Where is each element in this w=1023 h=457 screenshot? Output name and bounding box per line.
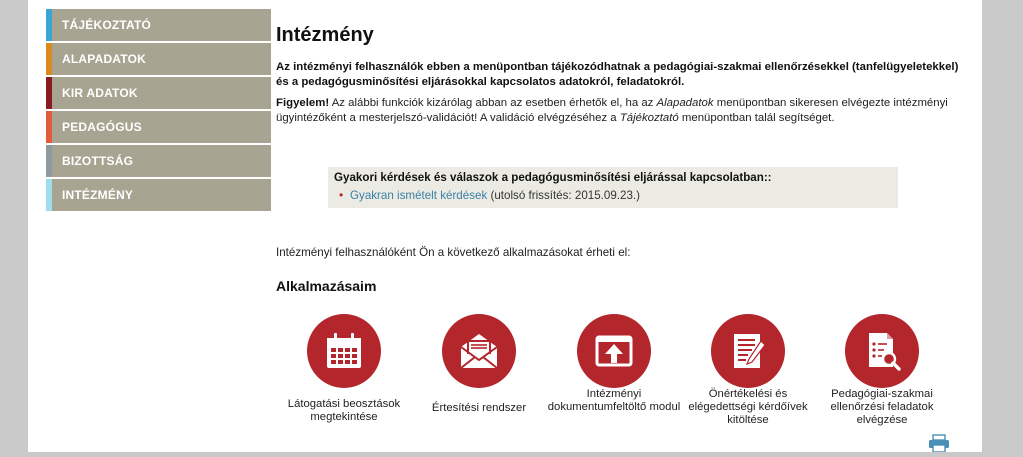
app-icon-circle xyxy=(845,314,919,388)
sidebar-item-label: TÁJÉKOZTATÓ xyxy=(62,18,152,32)
upload-icon xyxy=(595,335,633,367)
faq-heading: Gyakori kérdések és válaszok a pedagógus… xyxy=(334,171,772,184)
warning-part: menüpontban talál segítséget. xyxy=(678,112,835,124)
sidebar-item-label: INTÉZMÉNY xyxy=(62,188,134,202)
faq-box: Gyakori kérdések és válaszok a pedagógus… xyxy=(328,167,898,208)
checklist-icon xyxy=(734,334,766,368)
sidebar-item-label: KIR ADATOK xyxy=(62,86,138,100)
apps-grid: Látogatási beosztások megtekintése Értes… xyxy=(276,314,956,454)
app-label: Látogatási beosztások megtekintése xyxy=(287,398,401,423)
app-icon-circle xyxy=(442,314,516,388)
sidebar-item-label: ALAPADATOK xyxy=(62,52,146,66)
sidebar-item-label: PEDAGÓGUS xyxy=(62,120,142,134)
app-icon-circle xyxy=(577,314,651,388)
app-icon-circle xyxy=(307,314,381,388)
app-ellenorzesi-feladatok[interactable]: Pedagógiai-szakmai ellenőrzési feladatok… xyxy=(812,314,952,427)
app-label: Értesítési rendszer xyxy=(431,402,527,414)
app-latogatasi-beosztasok[interactable]: Látogatási beosztások megtekintése xyxy=(274,314,414,424)
sidebar-item-intezmeny[interactable]: INTÉZMÉNY xyxy=(46,179,271,211)
calendar-icon xyxy=(327,333,361,368)
intro-text: Az intézményi felhasználók ebben a menüp… xyxy=(276,61,959,88)
app-onertekelesi-kerdoivek[interactable]: Önértékelési és elégedettségi kérdőívek … xyxy=(678,314,818,427)
envelope-icon xyxy=(460,334,498,369)
apps-heading: Alkalmazásaim xyxy=(276,278,377,294)
sidebar-item-pedagogus[interactable]: PEDAGÓGUS xyxy=(46,111,271,143)
app-label: Önértékelési és elégedettségi kérdőívek … xyxy=(688,388,808,426)
sidebar-item-alapadatok[interactable]: ALAPADATOK xyxy=(46,43,271,75)
sidebar-item-kir-adatok[interactable]: KIR ADATOK xyxy=(46,77,271,109)
document-search-icon xyxy=(869,333,901,371)
print-icon[interactable] xyxy=(928,434,950,457)
bullet: • xyxy=(339,188,344,202)
sidebar-item-tajekoztato[interactable]: TÁJÉKOZTATÓ xyxy=(46,9,271,41)
faq-item: • Gyakran ismételt kérdések (utolsó fris… xyxy=(334,188,892,202)
sidebar-item-bizottsag[interactable]: BIZOTTSÁG xyxy=(46,145,271,177)
available-apps-text: Intézményi felhasználóként Ön a következ… xyxy=(276,246,631,259)
warning-label: Figyelem! xyxy=(276,97,330,109)
warning-emphasis: Tájékoztató xyxy=(619,112,679,124)
warning-emphasis: Alapadatok xyxy=(656,97,714,109)
faq-link[interactable]: Gyakran ismételt kérdések xyxy=(350,189,487,202)
app-icon-circle xyxy=(711,314,785,388)
sidebar-item-label: BIZOTTSÁG xyxy=(62,154,134,168)
faq-update-note: (utolsó frissítés: 2015.09.23.) xyxy=(487,189,640,202)
app-dokumentumfeltolto[interactable]: Intézményi dokumentumfeltöltő modul xyxy=(544,314,684,414)
app-label: Pedagógiai-szakmai ellenőrzési feladatok… xyxy=(830,388,934,426)
app-label: Intézményi dokumentumfeltöltő modul xyxy=(547,388,681,413)
warning-text: Figyelem! Az alábbi funkciók kizárólag a… xyxy=(276,96,966,126)
app-ertesitesi-rendszer[interactable]: Értesítési rendszer xyxy=(409,314,549,415)
warning-part: Az alábbi funkciók kizárólag abban az es… xyxy=(329,97,657,109)
page-title: Intézmény xyxy=(276,24,374,46)
sidebar-nav: TÁJÉKOZTATÓ ALAPADATOK KIR ADATOK PEDAGÓ… xyxy=(46,9,271,213)
page: TÁJÉKOZTATÓ ALAPADATOK KIR ADATOK PEDAGÓ… xyxy=(28,0,982,453)
main-content: Intézmény Az intézményi felhasználók ebb… xyxy=(276,24,966,426)
